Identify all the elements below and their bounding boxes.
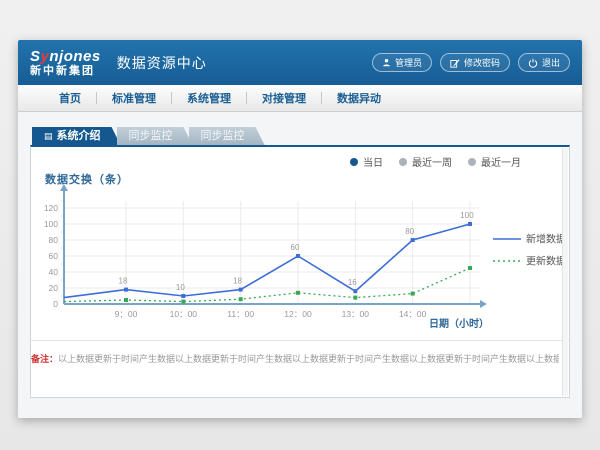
data-point[interactable] (181, 300, 185, 304)
desktop-background: Synjones 新中新集团 数据资源中心 管理员修改密码退出 首页标准管理系统… (0, 0, 600, 450)
main-nav: 首页标准管理系统管理对接管理数据异动 (18, 85, 582, 112)
x-axis-title: 日期（小时） (429, 317, 489, 330)
x-tick-label: 14：00 (399, 309, 427, 319)
x-axis-arrow-icon (480, 300, 487, 308)
x-tick-label: 9：00 (115, 309, 138, 319)
radio-icon (399, 158, 407, 166)
data-point[interactable] (468, 222, 472, 226)
logo-subtitle: 新中新集团 (30, 66, 101, 77)
panel-scrollbar[interactable] (562, 148, 568, 396)
point-label: 18 (119, 277, 128, 286)
y-tick-label: 120 (44, 203, 58, 213)
data-point[interactable] (353, 296, 357, 300)
data-point[interactable] (124, 298, 128, 302)
data-point[interactable] (296, 291, 300, 295)
data-point[interactable] (181, 294, 185, 298)
time-range-filters: 当日 最近一周 最近一月 (350, 154, 521, 169)
y-tick-label: 0 (53, 299, 58, 309)
data-point[interactable] (239, 297, 243, 301)
tab-3[interactable]: 同步监控 (189, 127, 265, 145)
nav-item-1[interactable]: 首页 (44, 90, 96, 106)
data-point[interactable] (296, 254, 300, 258)
y-tick-label: 60 (49, 251, 59, 261)
header-actions: 管理员 修改密码 退出 (372, 53, 570, 72)
radio-icon (468, 158, 476, 166)
point-label: 18 (233, 277, 242, 286)
tab-2[interactable]: 同步监控 (117, 127, 193, 145)
logo-wordmark: Synjones (30, 49, 101, 64)
document-icon: ▤ (44, 132, 53, 141)
y-tick-label: 80 (49, 235, 59, 245)
tab-label: 同步监控 (201, 127, 245, 145)
footnote-label: 备注： (31, 354, 58, 364)
point-label: 80 (405, 227, 414, 236)
tab-bar: ▤ 系统介绍 同步监控 同步监控 (32, 127, 570, 145)
app-window: Synjones 新中新集团 数据资源中心 管理员修改密码退出 首页标准管理系统… (18, 40, 582, 418)
page-title: 数据资源中心 (117, 53, 207, 73)
nav-item-2[interactable]: 标准管理 (97, 90, 171, 106)
data-point[interactable] (124, 288, 128, 292)
content-area: ▤系统介绍同步监控同步监控 当日最近一周最近一月 数据交换（条） 0204060… (18, 112, 582, 418)
divider (31, 340, 569, 341)
x-tick-label: 13：00 (342, 309, 370, 319)
x-tick-label: 11：00 (227, 309, 254, 319)
y-tick-label: 40 (49, 267, 59, 277)
footnote-text: 以上数据更新于时间产生数据以上数据更新于时间产生数据以上数据更新于时间产生数据以… (58, 354, 559, 364)
legend-label: 更新数据 (526, 255, 566, 268)
tab-1[interactable]: ▤ 系统介绍 (32, 127, 121, 145)
point-label: 10 (176, 283, 185, 292)
radio-filter-2[interactable]: 最近一周 (399, 154, 452, 169)
data-point[interactable] (411, 238, 415, 242)
x-tick-label: 12：00 (284, 309, 312, 319)
button-label: 修改密码 (464, 56, 500, 69)
logout-icon (528, 58, 538, 68)
data-point[interactable] (468, 266, 472, 270)
user-icon (382, 57, 391, 68)
line-chart: 0 20 40 60 80 100 120 9：00 10：00 11：00 12：00 13：00 1… (31, 175, 571, 335)
point-label: 60 (291, 243, 300, 252)
y-tick-label: 100 (44, 219, 58, 229)
edit-icon (450, 58, 460, 68)
change-password-button[interactable]: 修改密码 (440, 53, 510, 72)
nav-item-4[interactable]: 对接管理 (247, 90, 321, 106)
company-logo[interactable]: Synjones 新中新集团 (30, 49, 101, 77)
point-label: 16 (348, 278, 357, 287)
tab-label: 系统介绍 (57, 127, 101, 145)
radio-filter-3[interactable]: 最近一月 (468, 154, 521, 169)
nav-item-5[interactable]: 数据异动 (322, 90, 396, 106)
radio-label: 当日 (363, 154, 383, 169)
button-label: 退出 (542, 56, 560, 69)
point-label: 100 (460, 211, 474, 220)
admin-user-button[interactable]: 管理员 (372, 53, 432, 72)
x-tick-label: 10：00 (170, 309, 198, 319)
radio-label: 最近一月 (481, 154, 521, 169)
data-point[interactable] (239, 288, 243, 292)
y-tick-label: 20 (49, 283, 59, 293)
y-axis-arrow-icon (60, 184, 68, 191)
app-header: Synjones 新中新集团 数据资源中心 管理员 修改密码 退出 (18, 40, 582, 85)
radio-icon (350, 158, 358, 166)
logout-button[interactable]: 退出 (518, 53, 570, 72)
radio-label: 最近一周 (412, 154, 452, 169)
data-point[interactable] (353, 289, 357, 293)
nav-item-3[interactable]: 系统管理 (172, 90, 246, 106)
footnote: 备注：以上数据更新于时间产生数据以上数据更新于时间产生数据以上数据更新于时间产生… (31, 352, 559, 365)
legend-label: 新增数据 (526, 233, 566, 246)
tab-label: 同步监控 (129, 127, 173, 145)
radio-filter-1[interactable]: 当日 (350, 154, 383, 169)
data-point[interactable] (411, 292, 415, 296)
chart-panel: 当日最近一周最近一月 数据交换（条） 0204060801001209：0010… (30, 145, 570, 398)
button-label: 管理员 (395, 56, 422, 69)
